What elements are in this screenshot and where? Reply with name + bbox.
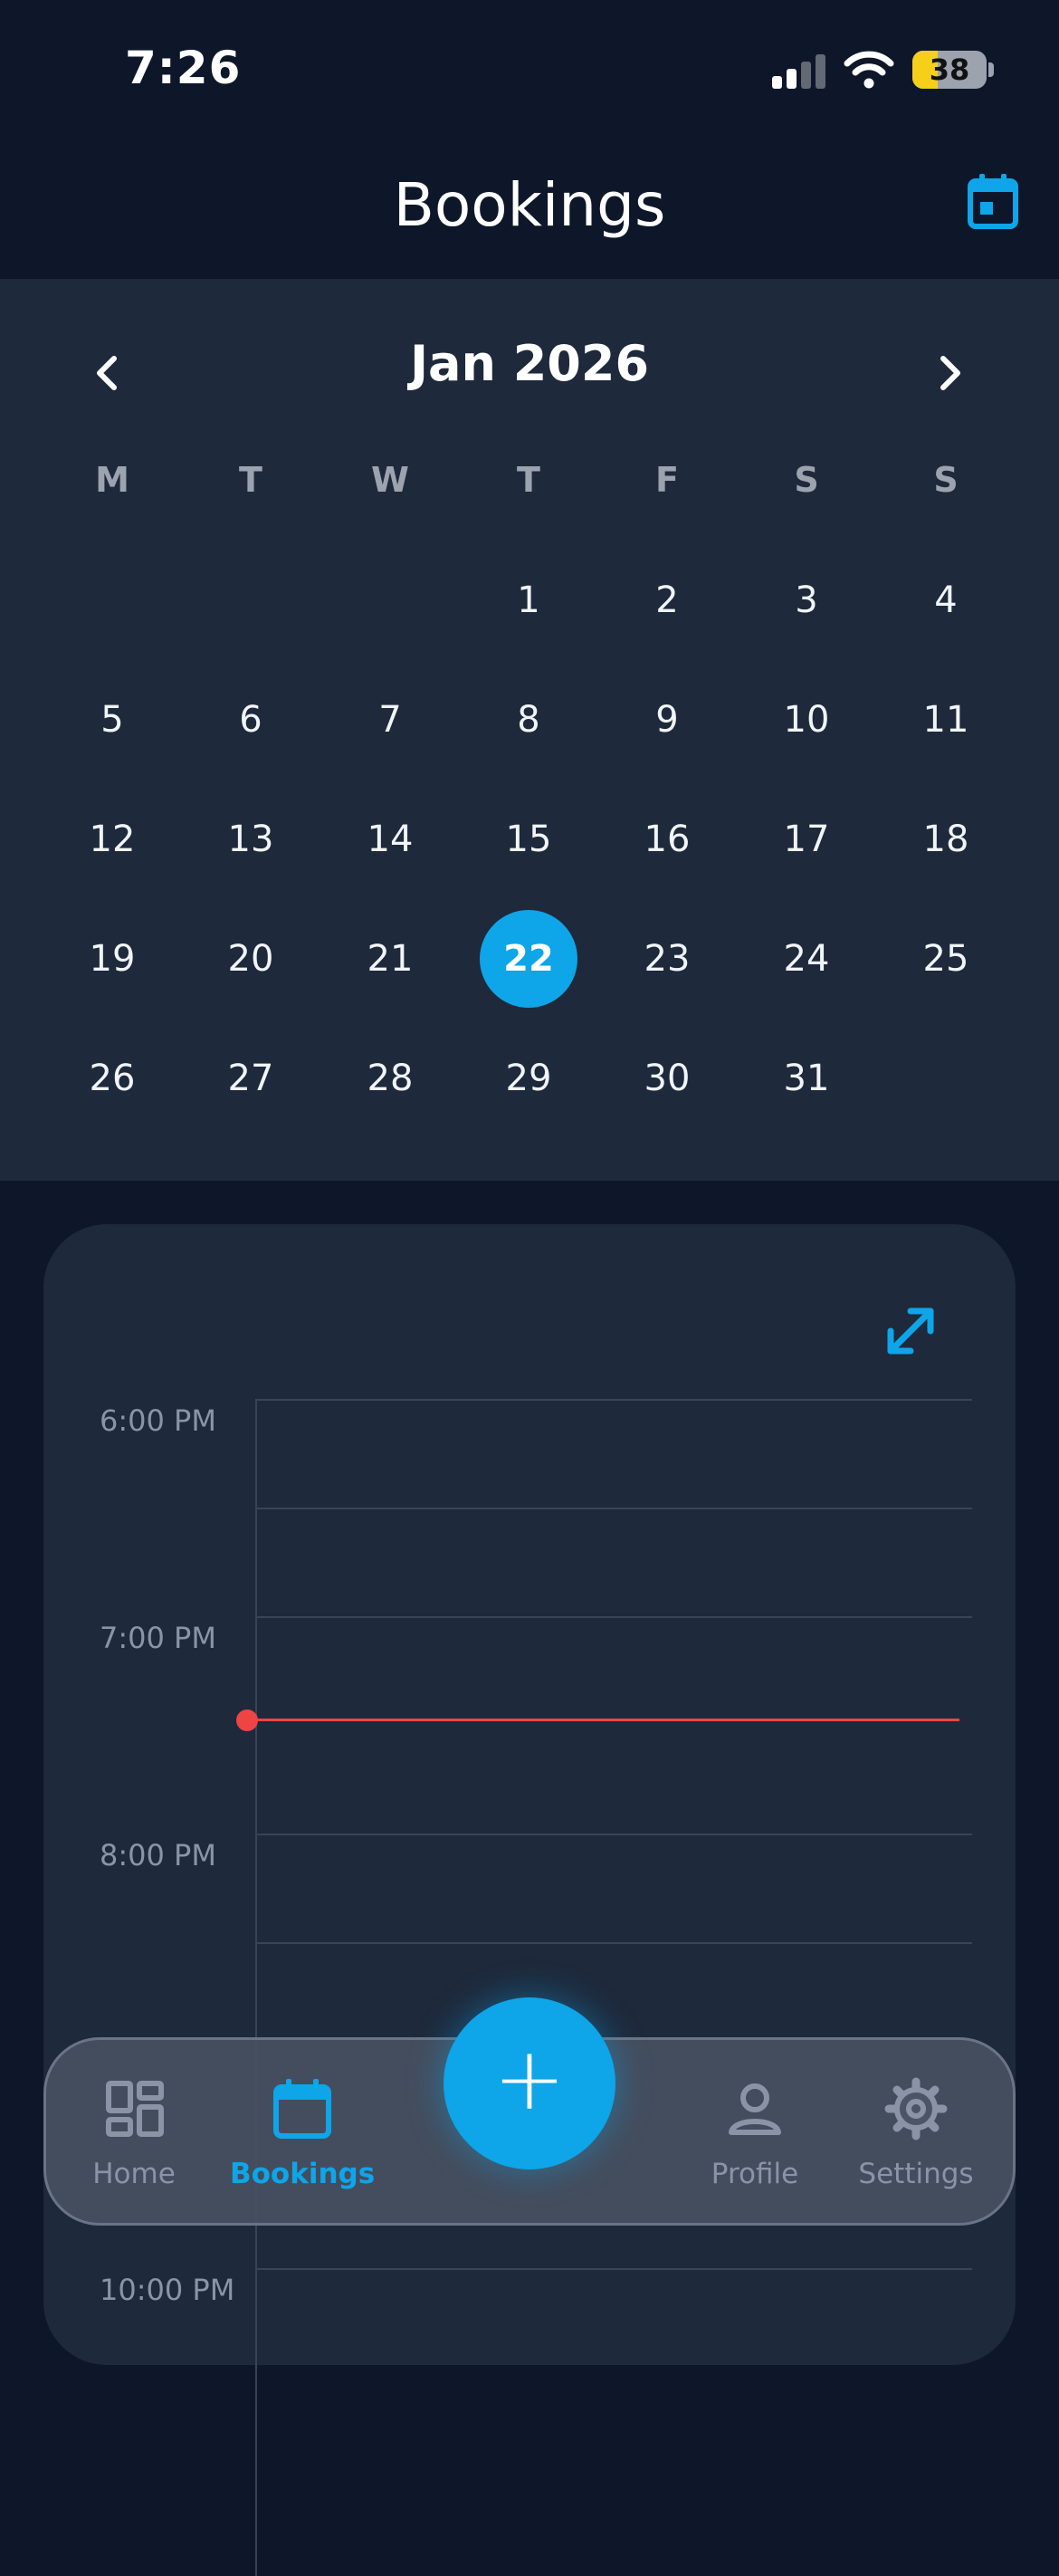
calendar-day[interactable]: 15 <box>480 790 577 888</box>
battery-icon: 38 <box>912 51 987 89</box>
plus-icon: + <box>492 2028 567 2130</box>
calendar-day[interactable]: 7 <box>341 671 439 769</box>
tab-label: Settings <box>858 2158 974 2190</box>
tab-label: Profile <box>711 2158 799 2190</box>
weekday-label: F <box>655 460 679 500</box>
calendar-day[interactable]: 11 <box>897 671 995 769</box>
calendar-day[interactable]: 8 <box>480 671 577 769</box>
calendar-day[interactable]: 30 <box>618 1029 716 1127</box>
weekday-label: T <box>517 460 540 500</box>
time-label: 6:00 PM <box>100 1403 216 1438</box>
app-header: Bookings <box>0 136 1059 279</box>
page-title: Bookings <box>393 170 666 240</box>
calendar-day[interactable]: 12 <box>63 790 161 888</box>
calendar-day[interactable]: 10 <box>758 671 855 769</box>
tab-bookings[interactable]: Bookings <box>230 2076 375 2190</box>
calendar-day[interactable]: 24 <box>758 910 855 1008</box>
calendar-day[interactable]: 14 <box>341 790 439 888</box>
hour-line <box>255 1616 972 1618</box>
person-icon <box>729 2083 781 2135</box>
calendar-day[interactable]: 20 <box>202 910 300 1008</box>
status-bar: 7:26 38 <box>0 0 1059 136</box>
half-hour-line <box>255 1942 972 1944</box>
calendar-day[interactable]: 5 <box>63 671 161 769</box>
calendar-day-selected[interactable]: 22 <box>480 910 577 1008</box>
calendar-day[interactable]: 27 <box>202 1029 300 1127</box>
calendar-day[interactable]: 23 <box>618 910 716 1008</box>
time-axis <box>255 1399 257 2576</box>
half-hour-line <box>255 1508 972 1509</box>
calendar-day[interactable]: 17 <box>758 790 855 888</box>
current-time-indicator <box>236 1709 959 1731</box>
calendar-day[interactable]: 13 <box>202 790 300 888</box>
calendar-day[interactable]: 29 <box>480 1029 577 1127</box>
calendar-day[interactable]: 4 <box>897 551 995 649</box>
status-time: 7:26 <box>125 42 242 94</box>
next-month-button[interactable] <box>923 342 978 404</box>
hour-line <box>255 1834 972 1835</box>
calendar-day[interactable]: 2 <box>618 551 716 649</box>
calendar-day[interactable]: 28 <box>341 1029 439 1127</box>
weekday-label: T <box>239 460 262 500</box>
calendar-day[interactable]: 1 <box>480 551 577 649</box>
month-calendar: Jan 2026 M T W T F S S 1 2 3 4 5 6 7 8 9 10 11 12 13… <box>0 279 1059 1181</box>
grid-icon <box>106 2081 164 2137</box>
expand-icon[interactable] <box>878 1298 943 1364</box>
battery-cap <box>988 62 994 77</box>
calendar-day[interactable]: 26 <box>63 1029 161 1127</box>
calendar-icon <box>273 2079 331 2139</box>
calendar-day[interactable]: 19 <box>63 910 161 1008</box>
add-booking-button[interactable]: + <box>444 1997 615 2169</box>
tab-profile[interactable]: Profile <box>682 2076 827 2190</box>
calendar-day[interactable]: 25 <box>897 910 995 1008</box>
time-label: 10:00 PM <box>100 2273 235 2307</box>
hour-line <box>255 1399 972 1401</box>
month-label: Jan 2026 <box>409 335 650 392</box>
weekday-label: S <box>794 460 819 500</box>
weekday-label: S <box>933 460 959 500</box>
calendar-day[interactable]: 31 <box>758 1029 855 1127</box>
tab-label: Home <box>92 2158 176 2190</box>
gear-icon <box>884 2077 948 2140</box>
calendar-day[interactable]: 21 <box>341 910 439 1008</box>
calendar-day[interactable]: 3 <box>758 551 855 649</box>
tab-label: Bookings <box>230 2158 376 2190</box>
hour-line <box>255 2268 972 2270</box>
calendar-day[interactable]: 9 <box>618 671 716 769</box>
chevron-right-icon <box>940 356 960 390</box>
calendar-day[interactable]: 16 <box>618 790 716 888</box>
cellular-signal-icon <box>772 53 826 89</box>
time-label: 8:00 PM <box>100 1838 216 1872</box>
weekday-label: M <box>95 460 129 500</box>
wifi-icon <box>844 51 894 89</box>
calendar-icon[interactable] <box>967 172 1019 230</box>
time-label: 7:00 PM <box>100 1621 216 1655</box>
calendar-day[interactable]: 6 <box>202 671 300 769</box>
calendar-day[interactable]: 18 <box>897 790 995 888</box>
tab-home[interactable]: Home <box>62 2076 206 2190</box>
tab-settings[interactable]: Settings <box>844 2076 988 2190</box>
weekday-label: W <box>371 460 409 500</box>
battery-level: 38 <box>929 53 970 87</box>
